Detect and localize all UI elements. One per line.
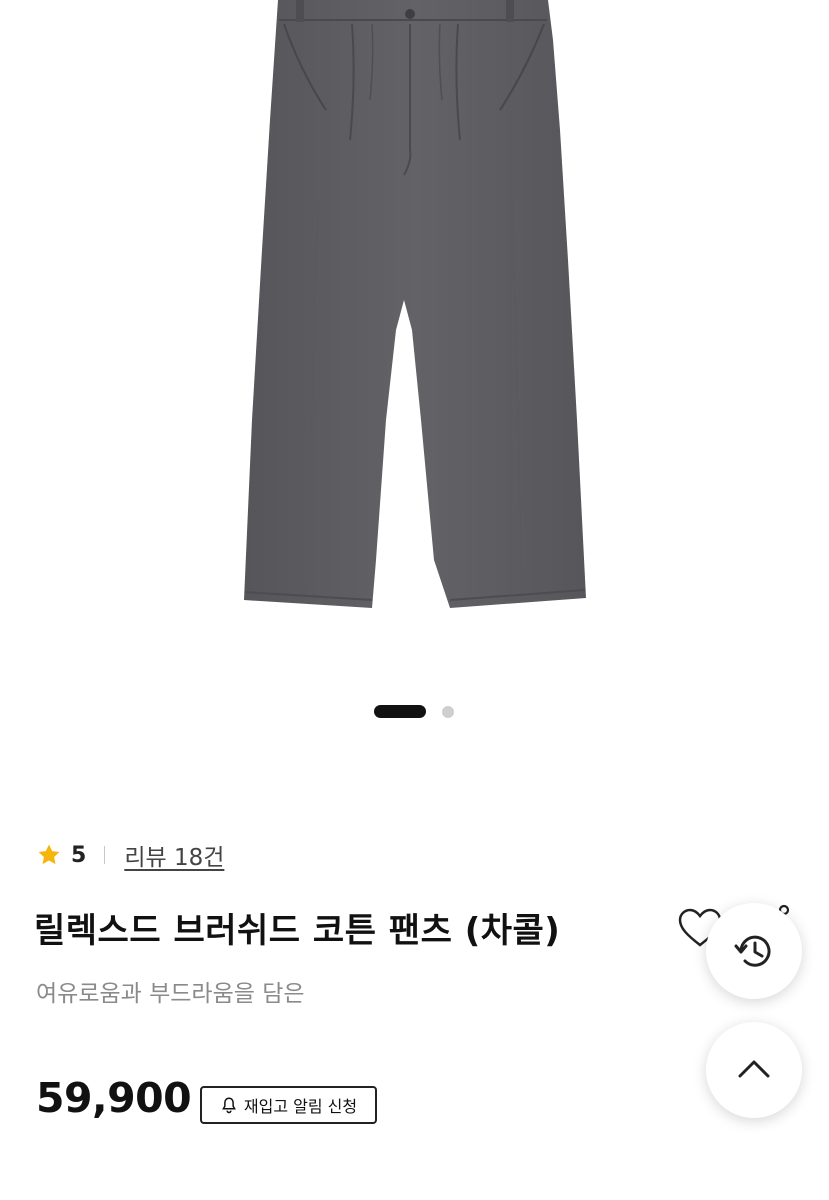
image-pager bbox=[0, 705, 829, 719]
recent-history-button[interactable] bbox=[706, 903, 802, 999]
history-icon bbox=[734, 935, 771, 967]
pants-illustration bbox=[244, 0, 586, 608]
product-price: 59,900 bbox=[36, 1074, 192, 1122]
rating-value: 5 bbox=[71, 842, 87, 868]
product-title: 릴렉스드 브러쉬드 코튼 팬츠 (차콜) bbox=[34, 911, 561, 951]
rating-row: 5 리뷰 18건 bbox=[36, 838, 224, 872]
restock-alert-label: 재입고 알림 신청 bbox=[243, 1097, 358, 1116]
pager-dot-active[interactable] bbox=[374, 705, 426, 718]
bell-icon bbox=[221, 1097, 236, 1114]
pager-dot[interactable] bbox=[442, 706, 454, 718]
review-count-link[interactable]: 리뷰 18건 bbox=[124, 838, 224, 872]
scroll-to-top-button[interactable] bbox=[706, 1022, 802, 1118]
restock-alert-button[interactable]: 재입고 알림 신청 bbox=[200, 1086, 377, 1124]
product-image[interactable] bbox=[0, 0, 829, 680]
star-icon bbox=[38, 844, 60, 865]
chevron-up-icon bbox=[738, 1060, 770, 1078]
divider bbox=[104, 846, 106, 864]
product-subtitle: 여유로움과 부드라움을 담은 bbox=[36, 981, 305, 1007]
